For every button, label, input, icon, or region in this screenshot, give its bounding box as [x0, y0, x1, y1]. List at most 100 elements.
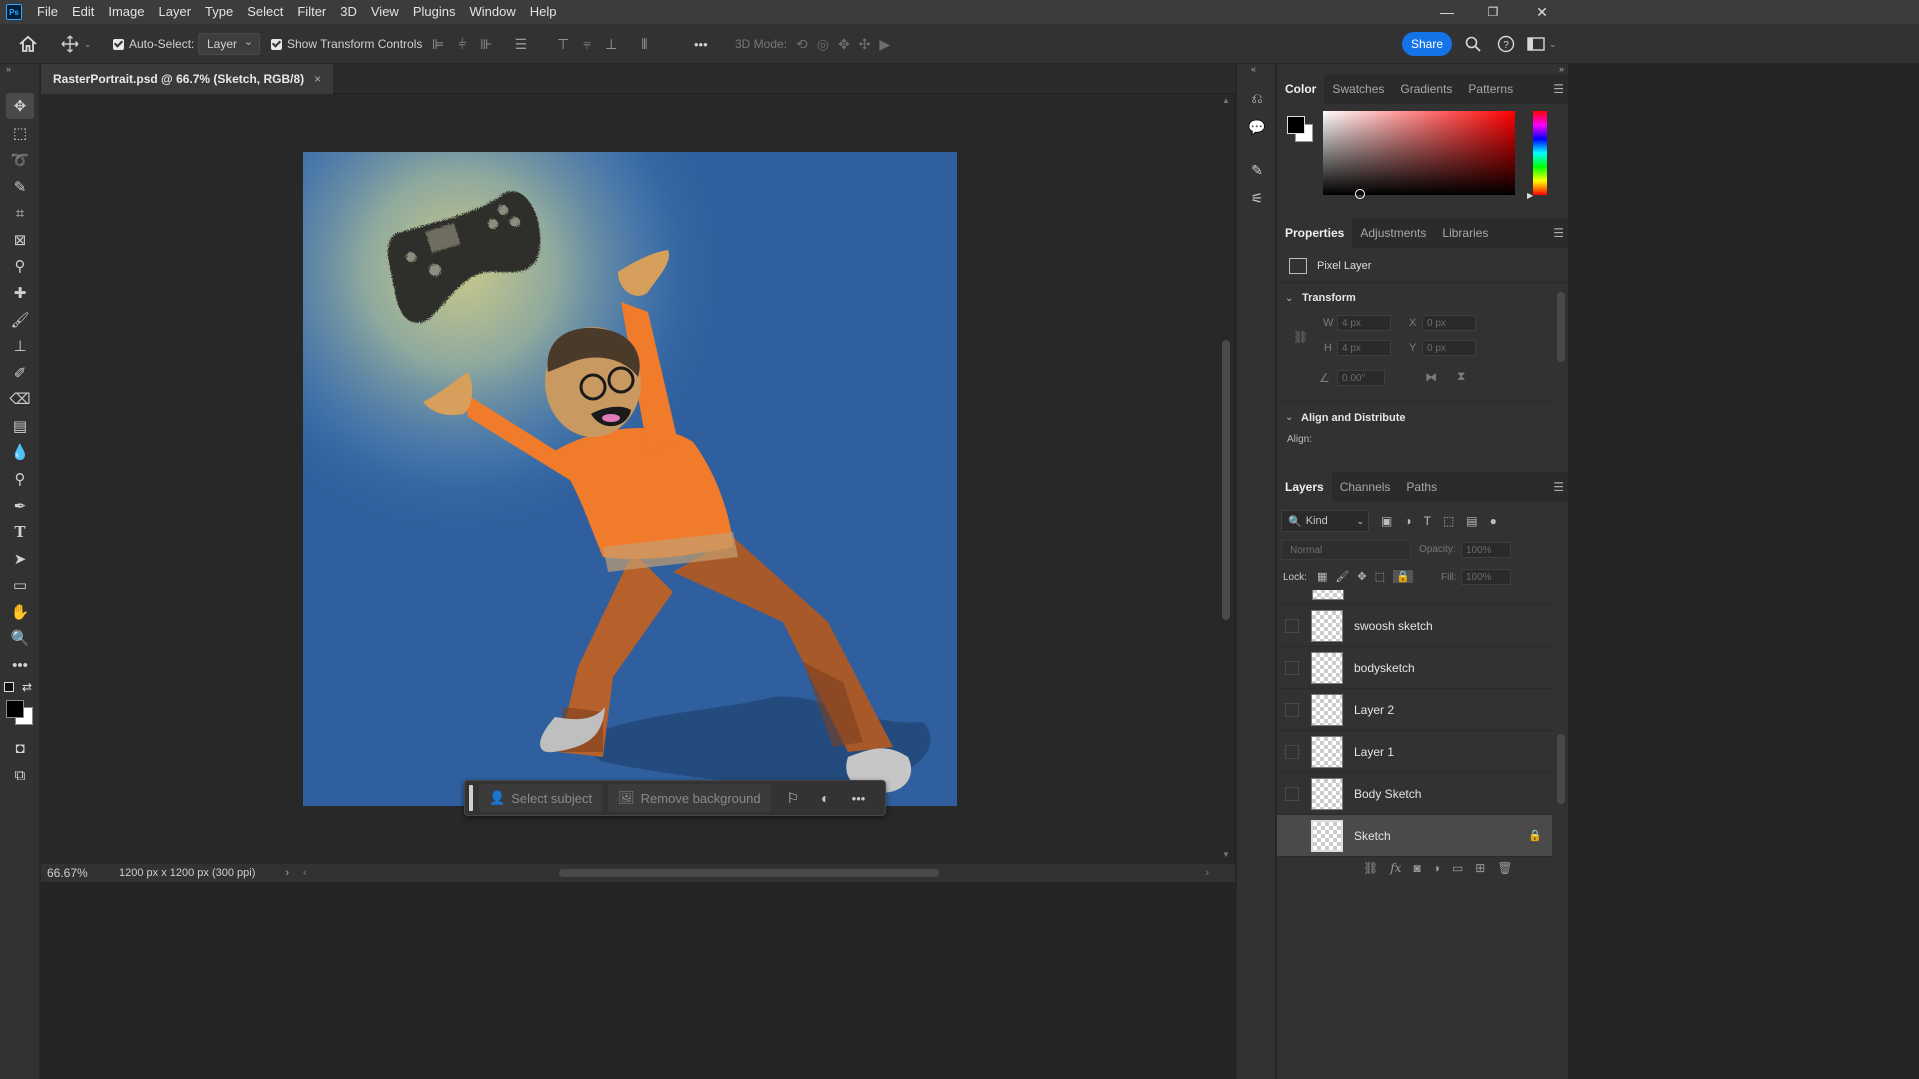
frame-tool-icon[interactable]: ⊠ [6, 227, 34, 253]
minimize-button[interactable]: — [1424, 0, 1470, 24]
hue-slider-handle-icon[interactable]: ▶ [1527, 191, 1533, 200]
foreground-color-chip[interactable] [1287, 116, 1305, 134]
align-hcenter-icon[interactable]: ⫩ [458, 36, 466, 53]
close-tab-icon[interactable]: × [314, 72, 321, 86]
align-section-title[interactable]: Align and Distribute [1301, 412, 1406, 424]
visibility-toggle[interactable] [1285, 828, 1299, 843]
tab-gradients[interactable]: Gradients [1392, 74, 1460, 104]
tab-swatches[interactable]: Swatches [1324, 74, 1392, 104]
partial-layer-row[interactable] [1277, 590, 1552, 604]
canvas-area[interactable] [41, 94, 1218, 864]
comments-icon[interactable]: 💬 [1245, 115, 1269, 139]
path-selection-tool-icon[interactable]: ➤ [6, 546, 34, 572]
share-button[interactable]: Share [1402, 32, 1452, 56]
dodge-tool-icon[interactable]: ⚲ [6, 466, 34, 492]
clone-stamp-tool-icon[interactable]: ⊥ [6, 333, 34, 359]
flip-horizontal-icon[interactable]: ⧓ [1425, 370, 1437, 384]
camera-3d-icon[interactable]: ▶ [879, 36, 890, 53]
document-tab[interactable]: RasterPortrait.psd @ 66.7% (Sketch, RGB/… [41, 64, 334, 94]
layers-scroll-thumb[interactable] [1557, 734, 1565, 804]
align-right-icon[interactable]: ⊪ [480, 36, 492, 53]
layer-name[interactable]: Sketch [1354, 829, 1391, 843]
align-top-icon[interactable]: ⊤ [557, 36, 569, 53]
tab-layers[interactable]: Layers [1277, 472, 1332, 502]
layer-filter-kind[interactable]: 🔍 Kind ⌄ [1281, 510, 1369, 532]
layer-row-swoosh-sketch[interactable]: swoosh sketch [1277, 605, 1552, 647]
slide-3d-icon[interactable]: ✣ [859, 36, 871, 53]
visibility-toggle[interactable] [1285, 660, 1299, 675]
width-field[interactable]: 4 px [1337, 315, 1391, 331]
orbit-3d-icon[interactable]: ⟲ [796, 36, 808, 53]
close-window-button[interactable]: ✕ [1519, 0, 1565, 24]
menu-image[interactable]: Image [101, 0, 151, 24]
add-mask-icon[interactable]: ◙ [1413, 861, 1420, 875]
distribute-vertical-icon[interactable]: ⦀ [641, 36, 647, 53]
layer-row-sketch[interactable]: Sketch 🔒 [1277, 815, 1552, 857]
delete-layer-icon[interactable]: 🗑 [1497, 861, 1512, 875]
eraser-tool-icon[interactable]: ⌫ [6, 386, 34, 412]
layer-name[interactable]: Body Sketch [1354, 787, 1421, 801]
properties-scroll-thumb[interactable] [1557, 292, 1565, 362]
menu-view[interactable]: View [364, 0, 406, 24]
tab-paths[interactable]: Paths [1398, 472, 1445, 502]
menu-filter[interactable]: Filter [290, 0, 333, 24]
tab-channels[interactable]: Channels [1332, 472, 1399, 502]
adjustment-icon[interactable]: ◐ [821, 790, 829, 806]
fill-field[interactable]: 100% [1461, 569, 1511, 585]
hand-tool-icon[interactable]: ✋ [6, 599, 34, 625]
lock-artboard-icon[interactable]: ⬚ [1375, 570, 1385, 583]
healing-brush-tool-icon[interactable]: ✚ [6, 280, 34, 306]
layer-row-body-sketch[interactable]: Body Sketch [1277, 773, 1552, 815]
vertical-scroll-thumb[interactable] [1222, 340, 1230, 620]
select-subject-button[interactable]: 👤 Select subject [479, 784, 603, 812]
visibility-toggle[interactable] [1285, 702, 1299, 717]
rectangle-tool-icon[interactable]: ▭ [6, 572, 34, 598]
lock-position-icon[interactable]: ✥ [1357, 570, 1366, 583]
auto-select-dropdown[interactable]: Layer [198, 33, 261, 55]
panel-menu-icon[interactable]: ☰ [1553, 82, 1564, 96]
eyedropper-tool-icon[interactable]: ⚲ [6, 253, 34, 279]
blend-mode-dropdown[interactable]: Normal [1281, 540, 1411, 560]
tab-color[interactable]: Color [1277, 74, 1325, 104]
distribute-horizontal-icon[interactable]: ☰ [514, 36, 527, 53]
help-icon[interactable]: ? [1497, 24, 1515, 64]
new-group-icon[interactable]: ▭ [1452, 861, 1463, 875]
zoom-tool-icon[interactable]: 🔍 [6, 625, 34, 651]
menu-window[interactable]: Window [462, 0, 522, 24]
menu-edit[interactable]: Edit [65, 0, 101, 24]
scroll-left-icon[interactable]: ‹ [303, 867, 307, 879]
quick-mask-icon[interactable]: ◘ [6, 735, 34, 761]
more-tools-icon[interactable]: ••• [6, 652, 34, 678]
workspace-icon[interactable]: ⌄ [1527, 24, 1557, 64]
menu-file[interactable]: File [30, 0, 65, 24]
move-tool-icon[interactable]: ✥ [6, 93, 34, 119]
scroll-down-icon[interactable]: ▼ [1222, 850, 1230, 859]
new-layer-icon[interactable]: ⊞ [1475, 861, 1485, 875]
brush-settings-icon[interactable]: ✎ [1245, 158, 1269, 182]
y-field[interactable]: 0 px [1422, 340, 1476, 356]
collapse-toolbar-icon[interactable]: » [6, 64, 11, 74]
layer-name[interactable]: bodysketch [1354, 661, 1415, 675]
roll-3d-icon[interactable]: ◎ [817, 36, 829, 53]
mask-shape-icon[interactable]: ⚐ [787, 790, 800, 807]
filter-toggle-icon[interactable]: ● [1490, 514, 1497, 528]
opacity-field[interactable]: 100% [1461, 542, 1511, 558]
layer-row-bodysketch[interactable]: bodysketch [1277, 647, 1552, 689]
filter-shape-icon[interactable]: ⬚ [1443, 514, 1454, 528]
filter-type-icon[interactable]: T [1424, 514, 1431, 528]
chevron-down-icon[interactable]: ⌄ [1285, 412, 1293, 423]
swap-colors-icon[interactable]: ⇄ [22, 680, 32, 694]
filter-adjustment-icon[interactable]: ◑ [1404, 514, 1411, 528]
layer-row-layer-2[interactable]: Layer 2 [1277, 689, 1552, 731]
collapse-panels-icon[interactable]: » [1559, 64, 1564, 74]
link-layers-icon[interactable]: ⛓ [1363, 861, 1378, 875]
status-menu-arrow[interactable]: › [285, 867, 289, 879]
history-icon[interactable]: ⎌ [1245, 86, 1269, 110]
panel-menu-icon[interactable]: ☰ [1553, 480, 1564, 494]
restore-button[interactable]: ❐ [1470, 0, 1516, 24]
adjustment-sliders-icon[interactable]: ⚟ [1245, 186, 1269, 210]
type-tool-icon[interactable]: T [6, 519, 34, 545]
more-options-button[interactable]: ••• [694, 24, 708, 64]
quick-selection-tool-icon[interactable]: ✎ [6, 174, 34, 200]
lock-paint-icon[interactable]: 🖌 [1335, 570, 1349, 583]
